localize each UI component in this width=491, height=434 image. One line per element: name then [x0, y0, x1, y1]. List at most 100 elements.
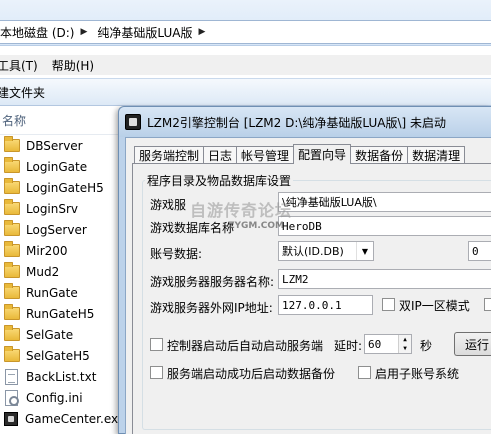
account-db-select[interactable]: 默认(ID.DB) ▼ — [278, 241, 374, 261]
menu-tools[interactable]: 工具(T) — [0, 57, 46, 74]
app-icon — [125, 114, 141, 130]
server-ip-value: 127.0.0.1 — [282, 298, 342, 312]
sub-account-checkbox[interactable] — [358, 366, 371, 379]
dialog-title: LZM2引擎控制台 [LZM2 D:\纯净基础版LUA版\] 未启动 — [147, 115, 447, 130]
dialog-client: 服务端控制 日志 帐号管理 配置向导 数据备份 数据清理 程序目录及物品数据库设… — [125, 137, 491, 434]
command-bar: 建文件夹 — [0, 78, 491, 106]
tab-config-wizard[interactable]: 配置向导 — [293, 144, 352, 164]
game-dir-input[interactable]: \纯净基础版LUA版\ — [278, 192, 491, 212]
menu-help[interactable]: 帮助(H) — [52, 57, 102, 74]
dual-ip-label: 双IP一区模式 — [399, 299, 470, 313]
file-list-item[interactable]: LoginSrv — [0, 198, 118, 219]
file-list: 名称 DBServer LoginGate LoginGateH5 LoginSrv L… — [0, 107, 125, 434]
menu-bar: 工具(T) 帮助(H) — [0, 55, 491, 75]
delay-spinner[interactable]: 60 ▲ ▼ — [364, 334, 412, 354]
file-list-item[interactable]: Mir200 — [0, 240, 118, 261]
account-db-label: 账号数据: — [150, 247, 203, 261]
server-name-label: 游戏服务器服务器名称: — [150, 275, 275, 289]
account-db-extra-input[interactable]: 0 — [468, 241, 491, 261]
file-list-item[interactable]: DBServer — [0, 135, 118, 156]
file-name: LoginGateH5 — [26, 180, 104, 195]
folder-icon — [4, 220, 20, 236]
file-name: LoginSrv — [26, 201, 79, 216]
breadcrumb-drive[interactable]: 本地磁盘 (D:) — [0, 20, 78, 44]
file-name: BackList.txt — [26, 369, 97, 384]
console-dialog: LZM2引擎控制台 [LZM2 D:\纯净基础版LUA版\] 未启动 服务端控制… — [118, 106, 491, 434]
file-list-item[interactable]: SelGate — [0, 324, 118, 345]
file-name: Mud2 — [26, 264, 60, 279]
server-ip-label: 游戏服务器外网IP地址: — [150, 301, 273, 315]
breadcrumb-folder[interactable]: 纯净基础版LUA版 — [93, 20, 196, 44]
tab-strip: 服务端控制 日志 帐号管理 配置向导 数据备份 数据清理 — [134, 144, 466, 164]
server-name-input[interactable]: LZM2 — [278, 269, 491, 289]
db-name-input[interactable]: HeroDB — [278, 216, 491, 236]
column-header-name[interactable]: 名称 — [0, 107, 118, 135]
folder-icon — [4, 325, 20, 341]
delay-label: 延时: — [334, 339, 363, 353]
spinner-buttons: ▲ ▼ — [398, 335, 411, 353]
file-name: GameCenter.exe — [25, 411, 126, 426]
folder-icon — [4, 304, 20, 320]
breadcrumb-arrow-icon[interactable]: ▶ — [196, 27, 211, 37]
folder-icon — [4, 178, 20, 194]
dual-ip-checkbox[interactable] — [382, 298, 395, 311]
new-folder-button[interactable]: 建文件夹 — [0, 84, 45, 101]
account-db-extra-value: 0 — [472, 244, 479, 258]
auto-backup-label: 服务端启动成功后启动数据备份 — [167, 367, 336, 381]
group-title: 程序目录及物品数据库设置 — [145, 172, 294, 189]
tab-data-backup[interactable]: 数据备份 — [350, 146, 409, 164]
file-list-item[interactable]: GameCenter.exe — [0, 408, 125, 429]
tab-data-cleanup[interactable]: 数据清理 — [407, 146, 466, 164]
tab-panel: 程序目录及物品数据库设置 游戏服 \纯净基础版LUA版\ 游戏数据库名称 Her… — [132, 163, 491, 434]
address-bar-area: 本地磁盘 (D:) ▶ 纯净基础版LUA版 ▶ — [0, 0, 491, 46]
dialog-title-bar[interactable]: LZM2引擎控制台 [LZM2 D:\纯净基础版LUA版\] 未启动 — [119, 107, 491, 137]
text-file-icon — [5, 368, 18, 385]
folder-icon — [4, 283, 20, 299]
breadcrumb-arrow-icon[interactable]: ▶ — [78, 27, 93, 37]
tab-log[interactable]: 日志 — [203, 146, 238, 164]
auto-backup-checkbox[interactable] — [150, 366, 163, 379]
address-bar[interactable]: 本地磁盘 (D:) ▶ 纯净基础版LUA版 ▶ — [0, 20, 491, 44]
game-dir-value: \纯净基础版LUA版\ — [282, 196, 377, 209]
server-name-value: LZM2 — [282, 272, 309, 286]
file-list-item[interactable]: LoginGateH5 — [0, 177, 118, 198]
file-name: RunGate — [26, 285, 78, 300]
file-name: SelGate — [26, 327, 74, 342]
folder-icon — [4, 157, 20, 173]
spinner-up-icon[interactable]: ▲ — [399, 335, 411, 344]
auto-start-label: 控制器启动后自动启动服务端 — [167, 339, 324, 353]
file-list-item[interactable]: RunGateH5 — [0, 303, 118, 324]
folder-icon — [4, 136, 20, 152]
spinner-down-icon[interactable]: ▼ — [399, 344, 411, 353]
seconds-label: 秒 — [420, 339, 433, 353]
file-name: LogServer — [26, 222, 87, 237]
file-list-item[interactable]: Config.ini — [0, 387, 118, 408]
delay-value: 60 — [368, 337, 382, 351]
run-button[interactable]: 运行 — [454, 332, 491, 356]
account-db-value: 默认(ID.DB) — [282, 245, 344, 258]
file-name: RunGateH5 — [26, 306, 95, 321]
file-list-item[interactable]: LoginGate — [0, 156, 118, 177]
file-list-item[interactable]: BackList.txt — [0, 366, 118, 387]
folder-icon — [4, 241, 20, 257]
file-name: DBServer — [26, 138, 83, 153]
exe-file-icon — [4, 411, 18, 426]
file-name: SelGateH5 — [26, 348, 90, 363]
file-list-item[interactable]: Mud2 — [0, 261, 118, 282]
extra-checkbox[interactable] — [484, 298, 491, 311]
folder-icon — [4, 346, 20, 362]
file-list-item[interactable]: RunGate — [0, 282, 118, 303]
sub-account-label: 启用子账号系统 — [375, 367, 460, 381]
file-name: Config.ini — [26, 390, 83, 405]
file-list-item[interactable]: LogServer — [0, 219, 118, 240]
server-ip-input[interactable]: 127.0.0.1 — [278, 295, 373, 315]
auto-start-checkbox[interactable] — [150, 338, 163, 351]
chevron-down-icon[interactable]: ▼ — [356, 242, 373, 260]
db-name-label: 游戏数据库名称 — [150, 221, 235, 235]
tab-account-management[interactable]: 帐号管理 — [236, 146, 295, 164]
file-name: LoginGate — [26, 159, 88, 174]
game-dir-label: 游戏服 — [150, 198, 187, 212]
tab-server-control[interactable]: 服务端控制 — [134, 146, 205, 164]
folder-icon — [4, 262, 20, 278]
file-list-item[interactable]: SelGateH5 — [0, 345, 118, 366]
